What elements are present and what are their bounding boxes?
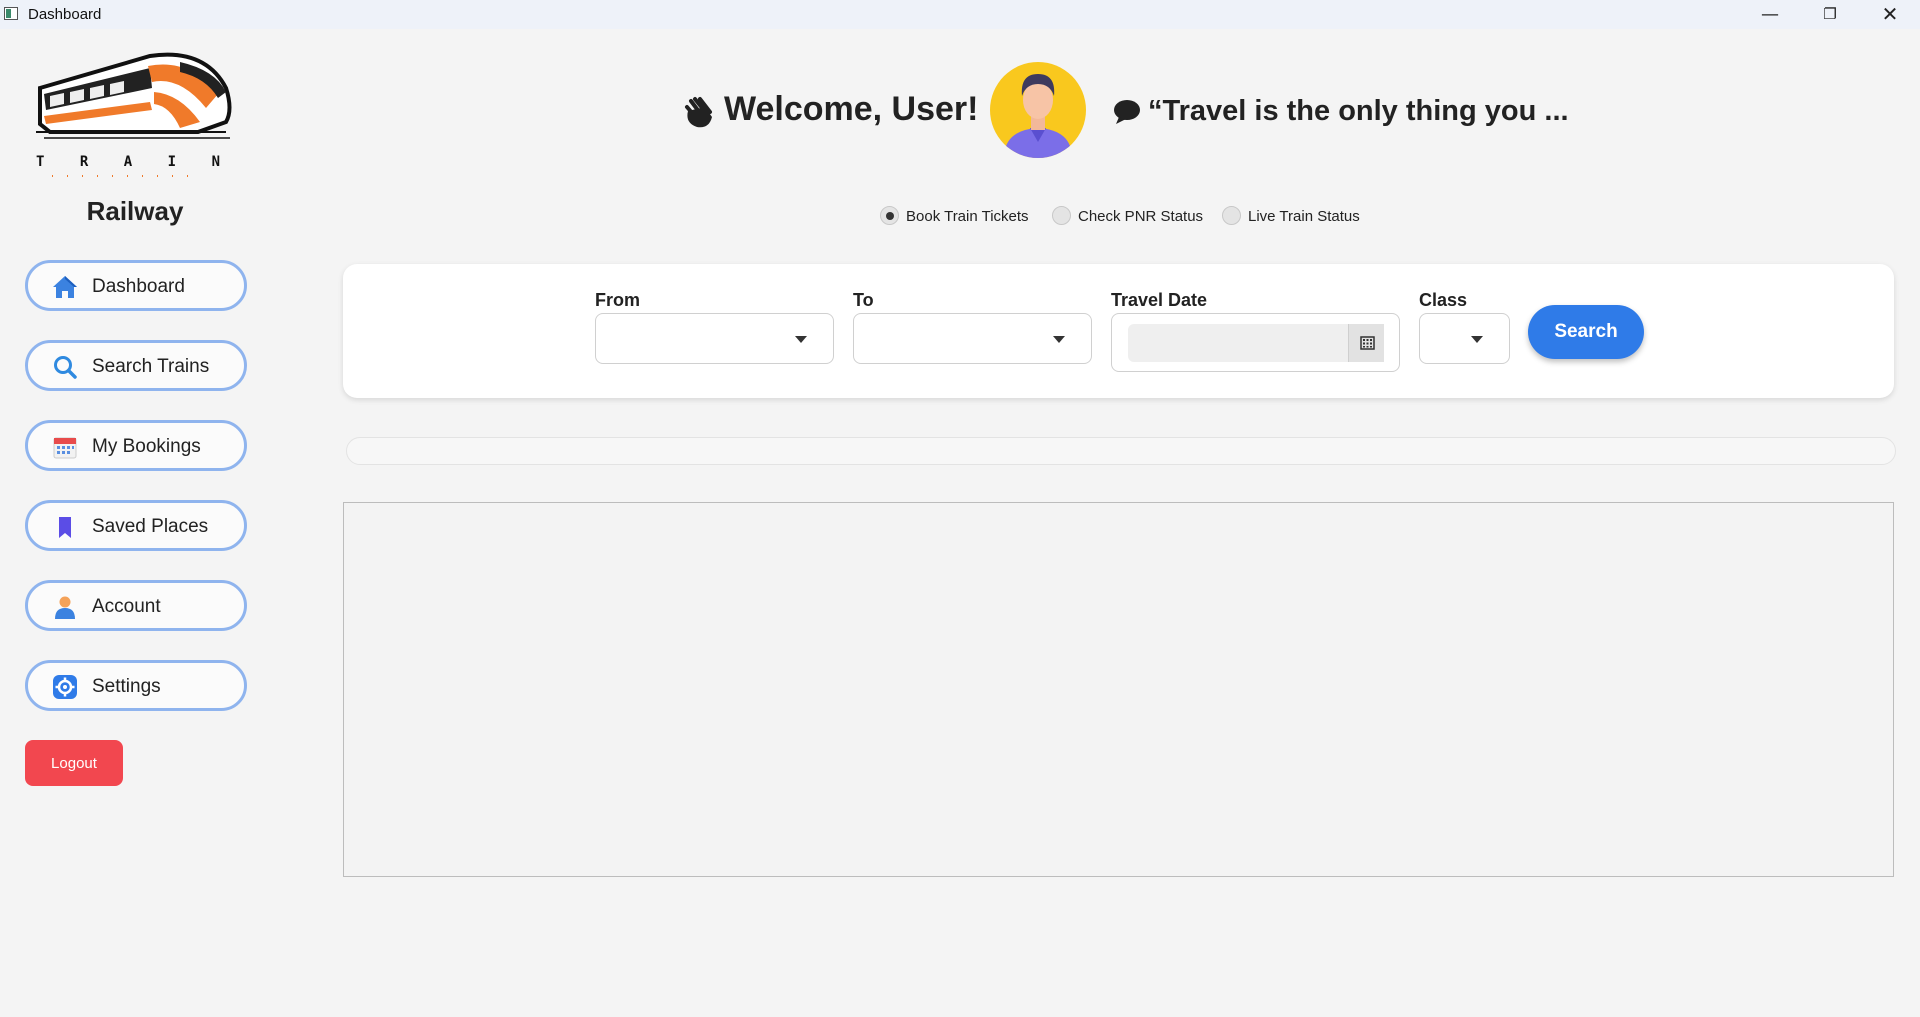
train-logo: T R A I N [36, 52, 232, 177]
minimize-button[interactable]: — [1740, 0, 1800, 29]
sidebar-item-label: Saved Places [92, 516, 209, 537]
calendar-button[interactable] [1348, 324, 1384, 362]
sidebar-item-label: Search Trains [92, 356, 210, 377]
radio-indicator[interactable] [1222, 206, 1241, 225]
search-icon [54, 356, 77, 379]
results-panel [343, 502, 1894, 877]
sidebar-item-my-bookings[interactable]: My Bookings [25, 420, 247, 471]
radio-indicator[interactable] [1052, 206, 1071, 225]
calendar-icon [53, 437, 77, 459]
sidebar-item-saved-places[interactable]: Saved Places [25, 500, 247, 551]
app-icon [4, 7, 18, 20]
radio-indicator[interactable] [880, 206, 899, 225]
travel-date-label: Travel Date [1111, 290, 1208, 310]
home-icon [53, 276, 77, 298]
sidebar-item-label: My Bookings [92, 436, 201, 457]
logout-button[interactable]: Logout [25, 740, 123, 786]
radio-label: Check PNR Status [1078, 208, 1204, 225]
radio-label: Live Train Status [1248, 208, 1360, 225]
from-label: From [595, 290, 640, 310]
svg-text:T R A I N: T R A I N [36, 154, 220, 170]
close-button[interactable]: ✕ [1860, 0, 1920, 29]
chevron-down-icon [795, 336, 807, 343]
sidebar-item-account[interactable]: Account [25, 580, 247, 631]
chevron-down-icon [1471, 336, 1483, 343]
travel-quote: “Travel is the only thing you ... [1148, 95, 1569, 127]
calendar-grid-icon [1360, 336, 1375, 350]
title-bar: Dashboard — ❐ ✕ [0, 0, 1920, 29]
sidebar-item-search-trains[interactable]: Search Trains [25, 340, 247, 391]
from-dropdown[interactable] [595, 313, 834, 364]
speech-bubble-icon [1114, 100, 1140, 124]
radio-label: Book Train Tickets [906, 208, 1029, 225]
sidebar-item-settings[interactable]: Settings [25, 660, 247, 711]
search-button[interactable]: Search [1528, 305, 1644, 359]
gear-icon [53, 675, 77, 699]
avatar [990, 62, 1086, 158]
travel-date-picker [1111, 313, 1400, 372]
user-icon [55, 596, 75, 619]
sidebar-item-label: Settings [92, 676, 161, 697]
sidebar-item-label: Dashboard [92, 276, 185, 297]
brand-name: Railway [86, 196, 184, 226]
progress-bar [346, 437, 1896, 465]
sidebar-item-dashboard[interactable]: Dashboard [25, 260, 247, 311]
to-dropdown[interactable] [853, 313, 1092, 364]
window-title: Dashboard [28, 6, 102, 23]
welcome-heading: Welcome, User! [724, 90, 979, 128]
to-label: To [853, 290, 874, 310]
maximize-button[interactable]: ❐ [1800, 0, 1860, 29]
bookmark-icon [59, 517, 71, 538]
class-dropdown[interactable] [1419, 313, 1510, 364]
class-label: Class [1419, 290, 1468, 310]
waving-hand-icon [685, 97, 712, 128]
travel-date-input[interactable] [1128, 324, 1348, 362]
chevron-down-icon [1053, 336, 1065, 343]
sidebar-item-label: Account [92, 596, 161, 617]
